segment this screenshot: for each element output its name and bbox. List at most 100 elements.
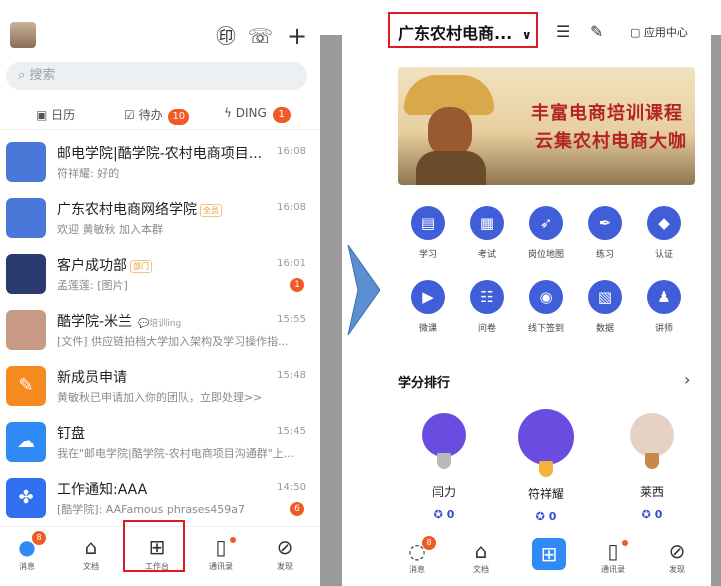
tab-discover[interactable]: ⊘ 发现 [650,538,704,575]
tab-contacts[interactable]: ▯ 通讯录 [194,535,248,572]
ranking-score-value: 0 [548,510,557,523]
grid-item-data[interactable]: ▧ 数据 [575,280,635,334]
right-phone-screen: 广东农村电商... ∨ ☰ ✎ ▢ 应用中心 丰富电商培训课程 云集农村电商大咖… [384,0,711,586]
chat-row[interactable]: 酷学院-米兰 💬培训ing [文件] 供应链拍档大学加入架构及学习操作指... 1… [0,302,320,358]
left-phone-screen: ㊞ ☏ + ⌕ 搜索 ▣ 日历 ☑ 待办 10 ϟ DING 1 邮电学院|酷学… [0,0,322,586]
lightning-icon: ϟ [224,106,232,120]
grid-item-micro-course[interactable]: ▶ 微课 [398,280,458,334]
ranking-score: ✪ 0 [433,508,455,521]
chat-time: 16:08 [277,146,306,157]
app-center-button[interactable]: ▢ 应用中心 [630,24,688,40]
exam-icon: ▦ [470,206,504,240]
messages-badge: 8 [32,531,46,545]
badge-icon: ◆ [647,206,681,240]
chat-title: 酷学院-米兰 💬培训ing [57,311,267,331]
play-icon: ▶ [411,280,445,314]
checkbox-icon: ☑ [124,108,135,122]
tab-workbench[interactable]: ⊞ [522,538,576,570]
chat-time: 16:08 [277,202,306,213]
chat-title: 工作通知:AAA [57,482,148,498]
survey-icon: ☷ [470,280,504,314]
settings-sliders-icon[interactable]: ☰ [556,22,570,41]
chat-row[interactable]: ☁ 钉盘 我在"邮电学院|酷学院-农村电商项目沟通群"上... 15:45 [0,414,320,470]
folder-icon: ⌂ [474,539,488,563]
ding-button[interactable]: ϟ DING 1 [224,106,291,123]
promo-banner[interactable]: 丰富电商培训课程 云集农村电商大咖 [398,67,695,185]
ranking-item[interactable]: 莱西 ✪ 0 [612,413,692,521]
lecturer-icon: ♟ [647,280,681,314]
grid-item-lecturer[interactable]: ♟ 讲师 [634,280,694,334]
chat-row[interactable]: 客户成功部 部门 孟莲莲: [图片] 16:01 1 [0,246,320,302]
tab-messages[interactable]: ● 消息 8 [0,531,54,572]
chat-title: 客户成功部 部门 [57,255,267,275]
todo-button[interactable]: ☑ 待办 10 [124,106,190,125]
bottom-tab-bar: ◌ 消息 8 ⌂ 文档 ⊞ ▯ 通讯录 ⊘ 发现 [384,534,711,586]
notification-dot [230,537,236,543]
calendar-icon: ▣ [36,108,48,122]
cloud-drive-icon: ☁ [6,422,46,462]
grid-label: 问卷 [477,324,496,334]
tab-discover[interactable]: ⊘ 发现 [258,535,312,572]
my-avatar[interactable] [10,22,36,48]
chat-row[interactable]: ✎ 新成员申请 黄敏秋已申请加入你的团队，立即处理>> 15:48 [0,358,320,414]
compass-icon: ⊘ [276,535,294,559]
checkin-icon: ◉ [529,280,563,314]
todo-count-badge: 10 [168,109,190,125]
avatar [630,413,674,469]
chat-row[interactable]: 广东农村电商网络学院 全员 欢迎 黄敏秋 加入本群 16:08 [0,190,320,246]
unread-badge: 6 [290,502,304,516]
avatar [518,409,574,477]
banner-headline: 丰富电商培训课程 [531,103,683,124]
grid-item-exam[interactable]: ▦ 考试 [457,206,517,260]
app-center-label: 应用中心 [643,26,688,39]
search-input[interactable]: ⌕ 搜索 [6,62,307,90]
tab-docs[interactable]: ⌂ 文档 [454,538,508,575]
status-tag-text: 培训ing [149,319,182,329]
tab-messages[interactable]: ◌ 消息 8 [390,536,444,575]
data-icon: ▧ [588,280,622,314]
chat-title: 新成员申请 [57,370,127,386]
medal-icon [437,453,451,469]
chat-row[interactable]: 邮电学院|酷学院-农村电商项目... 符祥耀: 好的 16:08 [0,134,320,190]
mention-icon[interactable]: ㊞ [214,24,238,48]
top-bar: ㊞ ☏ + [0,0,322,64]
chat-time: 15:45 [277,426,306,437]
phone-icon[interactable]: ☏ [248,24,273,48]
edit-note-icon[interactable]: ✎ [590,22,603,41]
calendar-button[interactable]: ▣ 日历 [36,106,75,123]
ding-count-badge: 1 [272,107,291,123]
chat-title-text: 广东农村电商网络学院 [57,202,197,218]
tab-contacts[interactable]: ▯ 通讯录 [586,538,640,575]
unread-badge: 1 [290,278,304,292]
org-highlight [388,12,538,48]
section-title: 学分排行 [398,376,451,391]
phone-shadow [320,35,342,586]
chat-title: 广东农村电商网络学院 全员 [57,199,267,219]
grid-icon: ⊞ [532,538,566,570]
compass-icon: ⊘ [668,539,686,563]
status-tag: 💬培训ing [138,319,182,329]
ranking-item[interactable]: 符祥耀 ✪ 0 [506,409,586,523]
add-icon[interactable]: + [285,24,309,48]
grid-item-study[interactable]: ▤ 学习 [398,206,458,260]
chevron-right-icon[interactable]: › [684,370,690,389]
tab-docs[interactable]: ⌂ 文档 [64,535,118,572]
grid-item-certification[interactable]: ◆ 认证 [634,206,694,260]
grid-item-checkin[interactable]: ◉ 线下签到 [516,280,576,334]
grid-item-job-map[interactable]: ➶ 岗位地图 [516,206,576,260]
chat-preview: [文件] 供应链拍档大学加入架构及学习操作指... [57,335,289,348]
grid-item-survey[interactable]: ☷ 问卷 [457,280,517,334]
tab-label: 通讯录 [601,565,625,574]
chat-row[interactable]: ✤ 工作通知:AAA [酷学院]: AAFamous phrases459a7 … [0,470,320,526]
ranking-item[interactable]: 闫力 ✪ 0 [404,413,484,521]
chat-preview: 孟莲莲: [图片] [57,279,128,292]
medal-icon [645,453,659,469]
chat-title: 邮电学院|酷学院-农村电商项目... [57,146,263,162]
ranking-name: 莱西 [639,485,664,499]
new-member-icon: ✎ [6,366,46,406]
grid-item-practice[interactable]: ✒ 练习 [575,206,635,260]
ding-label: DING [235,106,267,120]
all-members-tag: 全员 [200,203,222,217]
grid-label: 学习 [418,250,437,260]
chat-time: 16:01 [277,258,306,269]
